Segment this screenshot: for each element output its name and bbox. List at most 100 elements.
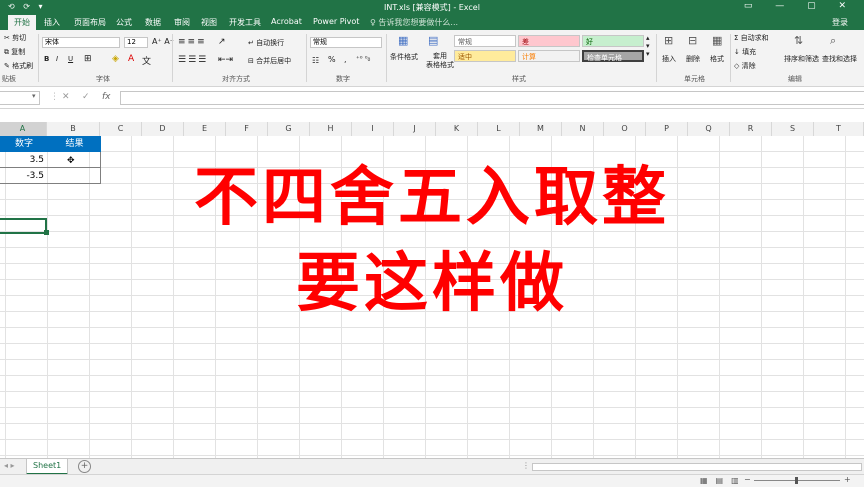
format-painter-label: 格式刷 [12, 62, 34, 70]
italic-button[interactable]: I [56, 55, 58, 63]
column-header-g[interactable]: G [268, 122, 310, 136]
zoom-slider-thumb[interactable] [795, 477, 798, 484]
scroll-split-handle[interactable]: ⋮ [522, 461, 530, 470]
style-calculation[interactable]: 计算 [518, 50, 580, 62]
style-check-cell[interactable]: 检查单元格 [582, 50, 644, 62]
currency-icon[interactable]: ☷ [312, 56, 319, 65]
insert-cells-icon[interactable]: ⊞ [664, 34, 673, 47]
conditional-format-icon[interactable]: ▦ [398, 34, 408, 47]
border-icon[interactable]: ⊞ [84, 54, 92, 64]
column-header-f[interactable]: F [226, 122, 268, 136]
name-box-dropdown-icon[interactable]: ▾ [32, 92, 36, 100]
delete-cells-icon[interactable]: ⊟ [688, 34, 697, 47]
enter-formula-button[interactable]: ✓ [82, 92, 90, 102]
format-painter-button[interactable]: ✎ 格式刷 [4, 61, 33, 71]
comma-button[interactable]: , [344, 55, 347, 64]
fill-button[interactable]: ↓ 填充 [734, 47, 756, 57]
find-select-button[interactable]: 查找和选择 [822, 54, 857, 64]
column-header-t[interactable]: T [814, 122, 864, 136]
number-format-select[interactable]: 常规 [310, 37, 382, 48]
column-header-m[interactable]: M [520, 122, 562, 136]
insert-function-button[interactable]: fx [102, 92, 111, 102]
column-header-n[interactable]: N [562, 122, 604, 136]
vertical-align-icons[interactable]: ≡≡≡ [178, 37, 207, 47]
bold-button[interactable]: B [44, 55, 49, 63]
sheet-tab[interactable]: Sheet1 [26, 459, 69, 475]
zoom-in-button[interactable]: + [844, 475, 851, 484]
cancel-formula-button[interactable]: ✕ [62, 92, 70, 102]
decimal-icons[interactable]: ⁺⁰ ⁰₀ [356, 55, 370, 63]
horizontal-scrollbar[interactable] [532, 463, 862, 471]
table-format-button[interactable]: 套用 表格格式 [426, 52, 454, 70]
font-color-icon[interactable]: A [128, 54, 134, 64]
column-header-q[interactable]: Q [688, 122, 730, 136]
eraser-icon: ◇ [734, 62, 740, 70]
orientation-icon[interactable]: ↗ [218, 37, 226, 47]
column-header-j[interactable]: J [394, 122, 436, 136]
column-header-e[interactable]: E [184, 122, 226, 136]
add-sheet-icon[interactable]: + [78, 460, 91, 473]
formula-input[interactable] [120, 91, 864, 105]
tab-home[interactable]: 开始 [8, 15, 36, 30]
clear-button[interactable]: ◇ 清除 [734, 61, 756, 71]
column-header-h[interactable]: H [310, 122, 352, 136]
tell-me-search[interactable]: ♀ 告诉我您想要做什么... [370, 17, 458, 28]
autosum-button[interactable]: Σ 自动求和 [734, 33, 769, 43]
tab-data[interactable]: 数据 [145, 17, 161, 28]
zoom-out-button[interactable]: − [744, 475, 751, 484]
phonetic-icon[interactable]: 文 [142, 54, 151, 67]
table-header-cell[interactable]: 数字 [0, 136, 48, 152]
horizontal-align-icons[interactable]: ☰☰☰ [178, 55, 208, 65]
sort-filter-button[interactable]: 排序和筛选 [784, 54, 819, 64]
delete-cells-button[interactable]: 删除 [686, 54, 700, 64]
column-header-s[interactable]: S [772, 122, 814, 136]
style-good[interactable]: 好 [582, 35, 644, 47]
column-header-r[interactable]: R [730, 122, 772, 136]
sheet-nav-arrows[interactable]: ◂ ▸ [4, 461, 15, 470]
tab-power-pivot[interactable]: Power Pivot [313, 17, 359, 26]
column-header-i[interactable]: I [352, 122, 394, 136]
tab-insert[interactable]: 插入 [44, 17, 60, 28]
tab-review[interactable]: 审阅 [174, 17, 190, 28]
style-normal[interactable]: 常规 [454, 35, 516, 47]
underline-button[interactable]: U [68, 55, 73, 63]
insert-cells-button[interactable]: 插入 [662, 54, 676, 64]
table-format-icon[interactable]: ▤ [428, 34, 438, 47]
column-header-c[interactable]: C [100, 122, 142, 136]
font-name-select[interactable]: 宋体 [42, 37, 120, 48]
tab-developer[interactable]: 开发工具 [229, 17, 261, 28]
sign-in-link[interactable]: 登录 [832, 17, 848, 28]
conditional-format-button[interactable]: 条件格式 [390, 52, 418, 62]
format-cells-icon[interactable]: ▦ [712, 34, 722, 47]
sort-filter-icon[interactable]: ⇅ [794, 34, 803, 47]
column-header-p[interactable]: P [646, 122, 688, 136]
copy-button[interactable]: ⧉ 复制 [4, 47, 25, 57]
cut-label: 剪切 [12, 34, 27, 42]
cut-button[interactable]: ✂ 剪切 [4, 33, 26, 43]
tab-acrobat[interactable]: Acrobat [271, 17, 302, 26]
column-header-l[interactable]: L [478, 122, 520, 136]
column-header-a[interactable]: A [0, 122, 47, 136]
column-header-d[interactable]: D [142, 122, 184, 136]
styles-scroll[interactable]: ▴ ▾ ▾ [646, 34, 650, 58]
format-cells-button[interactable]: 格式 [710, 54, 724, 64]
font-size-select[interactable]: 12 [124, 37, 148, 48]
column-header-b[interactable]: B [47, 122, 100, 136]
column-header-o[interactable]: O [604, 122, 646, 136]
table-header-cell[interactable]: 结果 [48, 136, 101, 152]
window-controls[interactable]: ▭ — ▢ ✕ [744, 1, 856, 11]
fill-color-icon[interactable]: ◈ [112, 54, 119, 64]
column-header-k[interactable]: K [436, 122, 478, 136]
style-bad[interactable]: 差 [518, 35, 580, 47]
style-neutral[interactable]: 适中 [454, 50, 516, 62]
view-mode-icons[interactable]: ▦▤▥ [700, 476, 747, 485]
wrap-text-button[interactable]: ↵ 自动换行 [248, 38, 284, 48]
percent-button[interactable]: % [328, 55, 336, 64]
tab-formulas[interactable]: 公式 [116, 17, 132, 28]
indent-icons[interactable]: ⇤⇥ [218, 55, 233, 65]
tab-view[interactable]: 视图 [201, 17, 217, 28]
merge-center-button[interactable]: ⊟ 合并后居中 [248, 56, 291, 66]
tab-page-layout[interactable]: 页面布局 [74, 17, 106, 28]
font-grow-shrink[interactable]: A⁺ A⁻ [152, 37, 174, 46]
find-select-icon[interactable]: ⌕ [830, 34, 836, 48]
